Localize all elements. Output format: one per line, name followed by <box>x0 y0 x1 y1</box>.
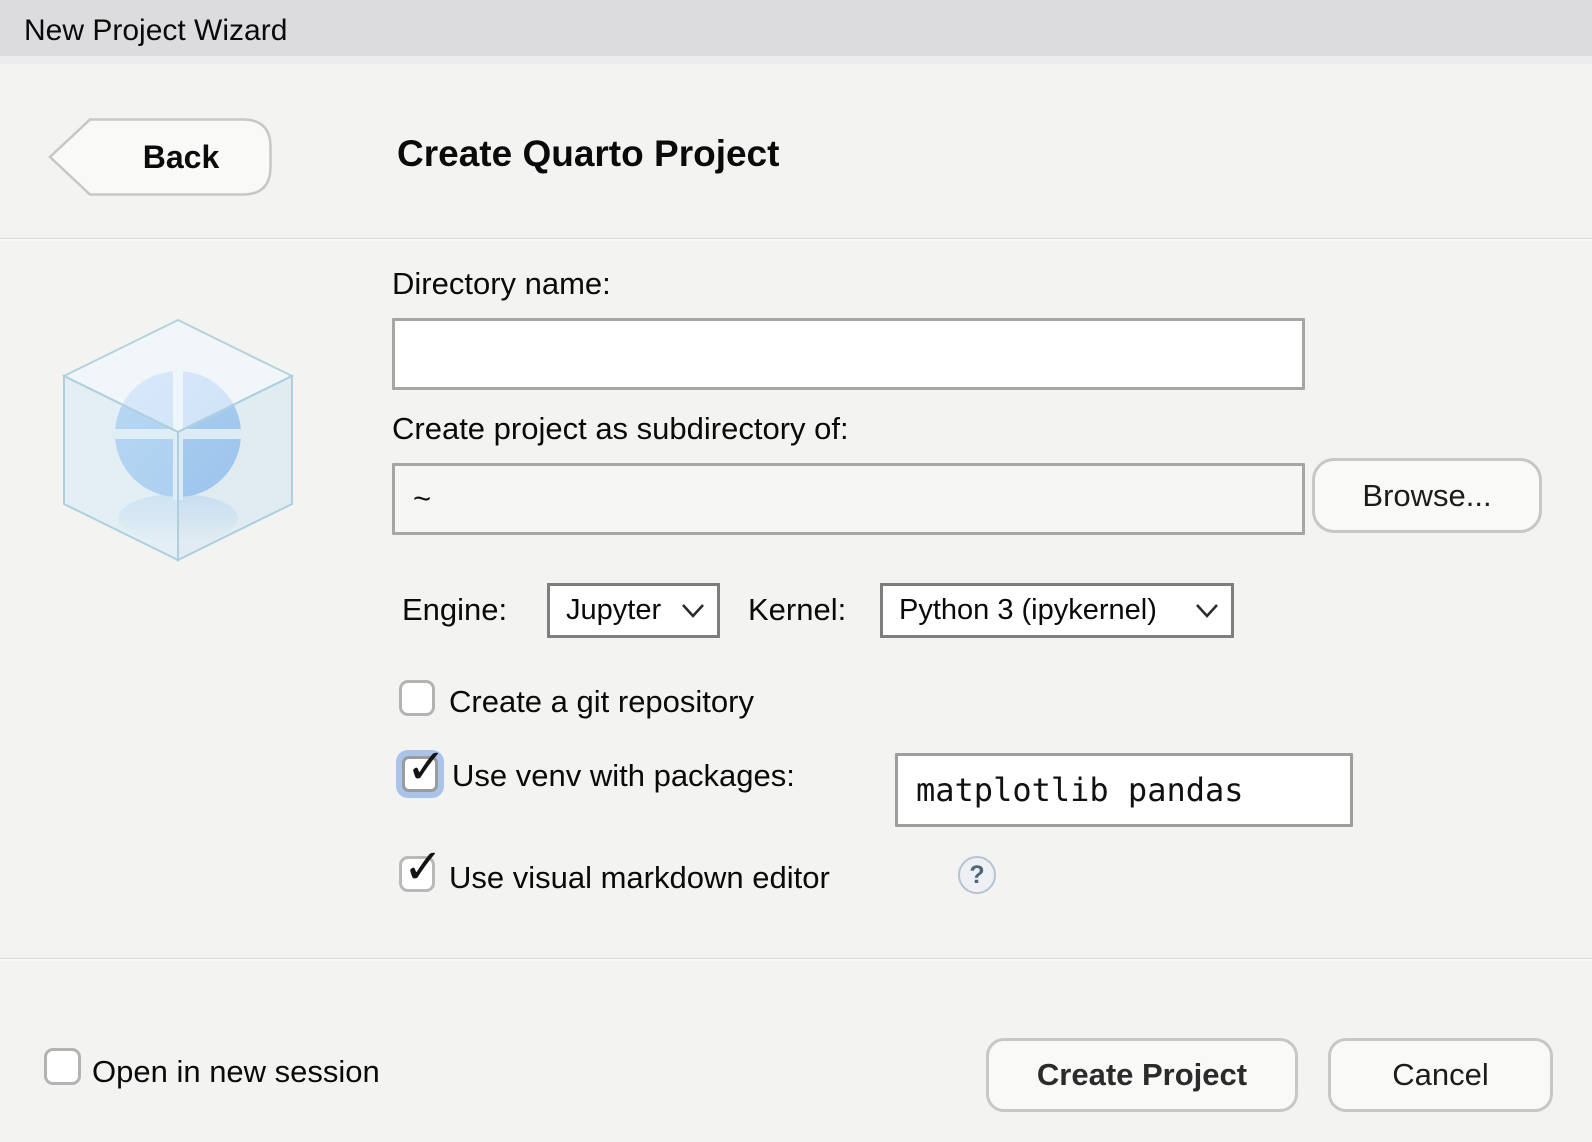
git-repository-checkbox[interactable] <box>399 680 435 716</box>
check-icon: ✓ <box>403 843 443 891</box>
chevron-down-icon <box>681 603 705 619</box>
cube-icon <box>64 320 292 560</box>
directory-name-label: Directory name: <box>392 266 611 302</box>
browse-button[interactable]: Browse... <box>1312 458 1542 533</box>
chevron-down-icon <box>1195 603 1219 619</box>
subdirectory-label: Create project as subdirectory of: <box>392 411 849 447</box>
venv-checkbox-focus-ring: ✓ <box>396 750 444 798</box>
engine-label: Engine: <box>402 592 507 628</box>
header-divider <box>0 238 1592 241</box>
quarto-logo <box>46 314 310 566</box>
engine-dropdown-value: Jupyter <box>566 594 661 627</box>
venv-packages-label: Use venv with packages: <box>452 758 795 794</box>
engine-dropdown[interactable]: Jupyter <box>547 583 720 638</box>
open-in-new-session-checkbox[interactable] <box>44 1048 81 1085</box>
footer-divider <box>0 958 1592 961</box>
subdirectory-input[interactable] <box>392 463 1305 535</box>
venv-checkbox[interactable]: ✓ <box>402 756 438 792</box>
venv-packages-input[interactable] <box>895 753 1353 827</box>
directory-name-input[interactable] <box>392 318 1305 390</box>
visual-markdown-editor-label: Use visual markdown editor <box>449 860 830 896</box>
window-title: New Project Wizard <box>24 0 287 62</box>
back-button-label: Back <box>90 118 272 196</box>
check-icon: ✓ <box>406 743 446 791</box>
open-in-new-session-label: Open in new session <box>92 1054 380 1090</box>
git-repository-label: Create a git repository <box>449 684 754 720</box>
kernel-dropdown[interactable]: Python 3 (ipykernel) <box>880 583 1234 638</box>
visual-markdown-editor-checkbox[interactable]: ✓ <box>399 856 435 892</box>
kernel-dropdown-value: Python 3 (ipykernel) <box>899 594 1157 627</box>
title-bar: New Project Wizard <box>0 0 1592 64</box>
create-project-button[interactable]: Create Project <box>986 1038 1298 1112</box>
page-title: Create Quarto Project <box>397 133 779 175</box>
kernel-label: Kernel: <box>748 592 846 628</box>
cancel-button[interactable]: Cancel <box>1328 1038 1553 1112</box>
back-button[interactable]: Back <box>48 118 272 196</box>
new-project-wizard-dialog: New Project Wizard Back Create Quarto Pr… <box>0 0 1592 1142</box>
help-icon-glyph: ? <box>969 861 984 890</box>
help-icon[interactable]: ? <box>958 856 996 894</box>
